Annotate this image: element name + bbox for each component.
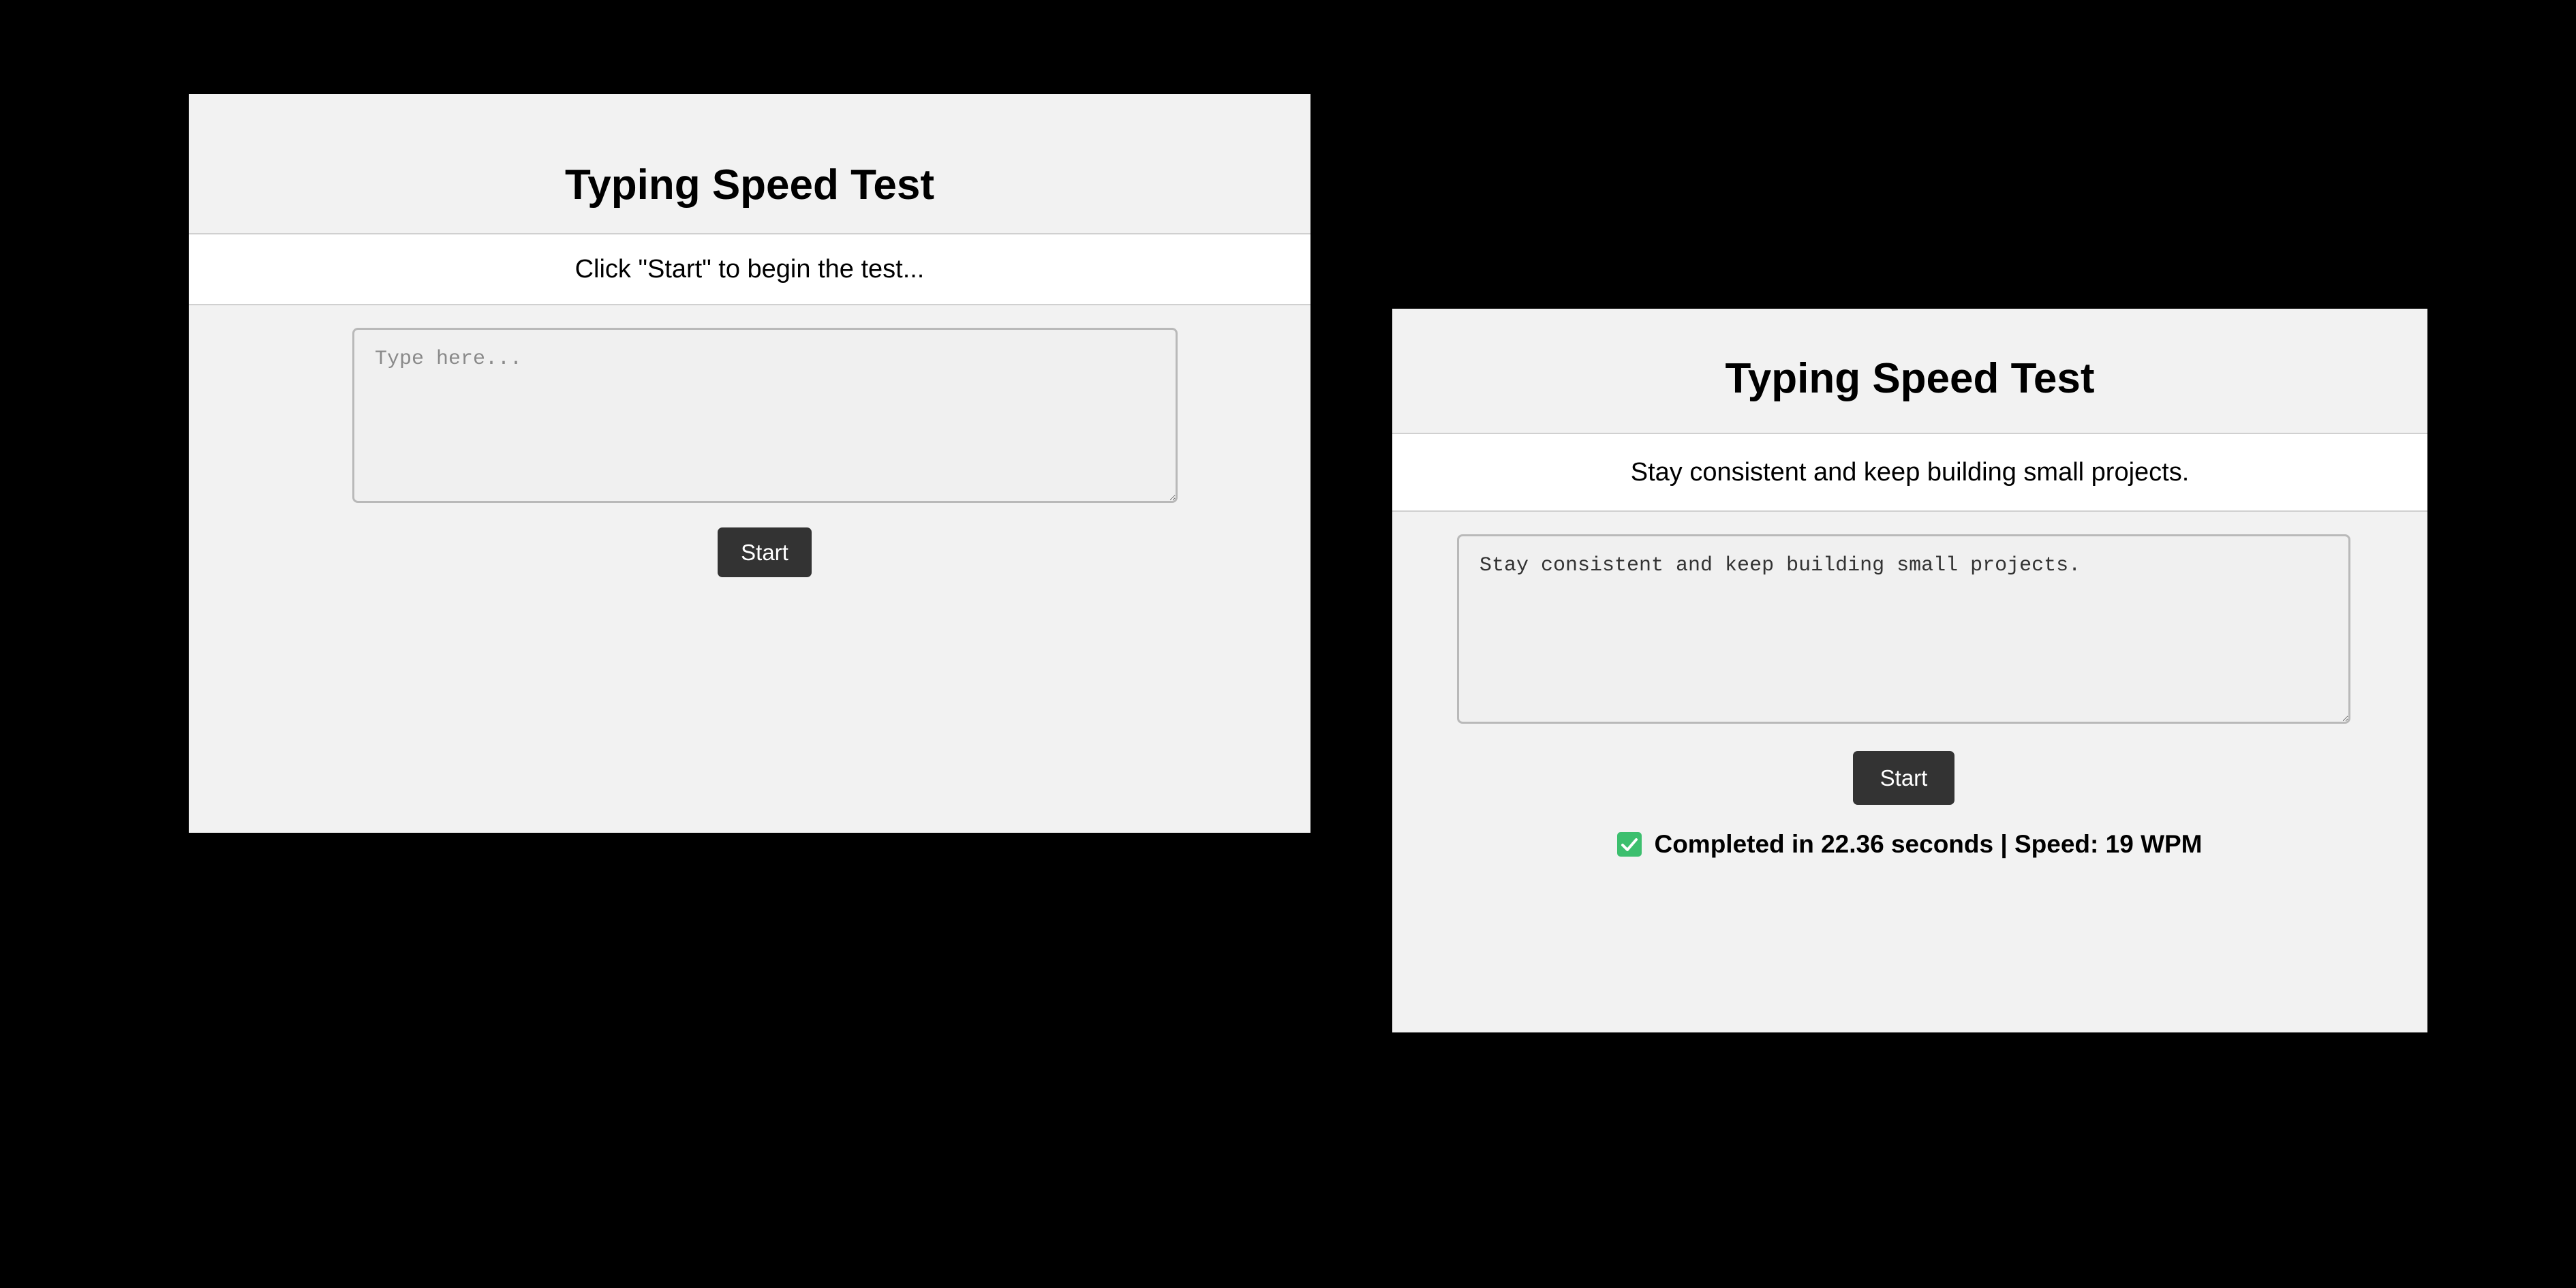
result-text: Completed in 22.36 seconds | Speed: 19 W…: [1654, 830, 2203, 858]
start-button[interactable]: Start: [718, 527, 812, 577]
page-title: Typing Speed Test: [1725, 355, 2095, 402]
prompt-text: Stay consistent and keep building small …: [1392, 433, 2427, 512]
prompt-text: Click "Start" to begin the test...: [189, 233, 1310, 305]
typing-input[interactable]: Stay consistent and keep building small …: [1457, 534, 2350, 724]
typing-test-panel-completed: Typing Speed Test Stay consistent and ke…: [1392, 309, 2427, 1032]
result-message: Completed in 22.36 seconds | Speed: 19 W…: [1392, 830, 2427, 859]
start-button[interactable]: Start: [1853, 751, 1954, 805]
page-title: Typing Speed Test: [565, 162, 934, 209]
typing-test-panel-initial: Typing Speed Test Click "Start" to begin…: [189, 94, 1310, 833]
check-mark-icon: [1617, 832, 1642, 857]
typing-input[interactable]: [352, 328, 1178, 503]
